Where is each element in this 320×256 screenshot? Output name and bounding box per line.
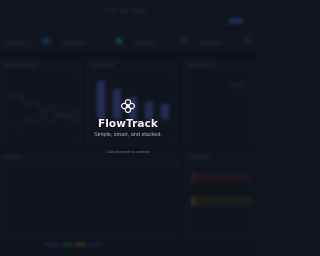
splash-overlay[interactable]: FlowTrack Simple, smart, and stacked. Cl…	[0, 0, 256, 256]
flower-logo-icon	[120, 98, 136, 114]
app-name: FlowTrack	[97, 118, 159, 130]
app-window: FlowTrack Simple, smart, and stacked. Cl…	[0, 0, 256, 256]
continue-hint[interactable]: Click anywhere to continue	[0, 150, 256, 154]
tagline: Simple, smart, and stacked.	[94, 132, 162, 138]
